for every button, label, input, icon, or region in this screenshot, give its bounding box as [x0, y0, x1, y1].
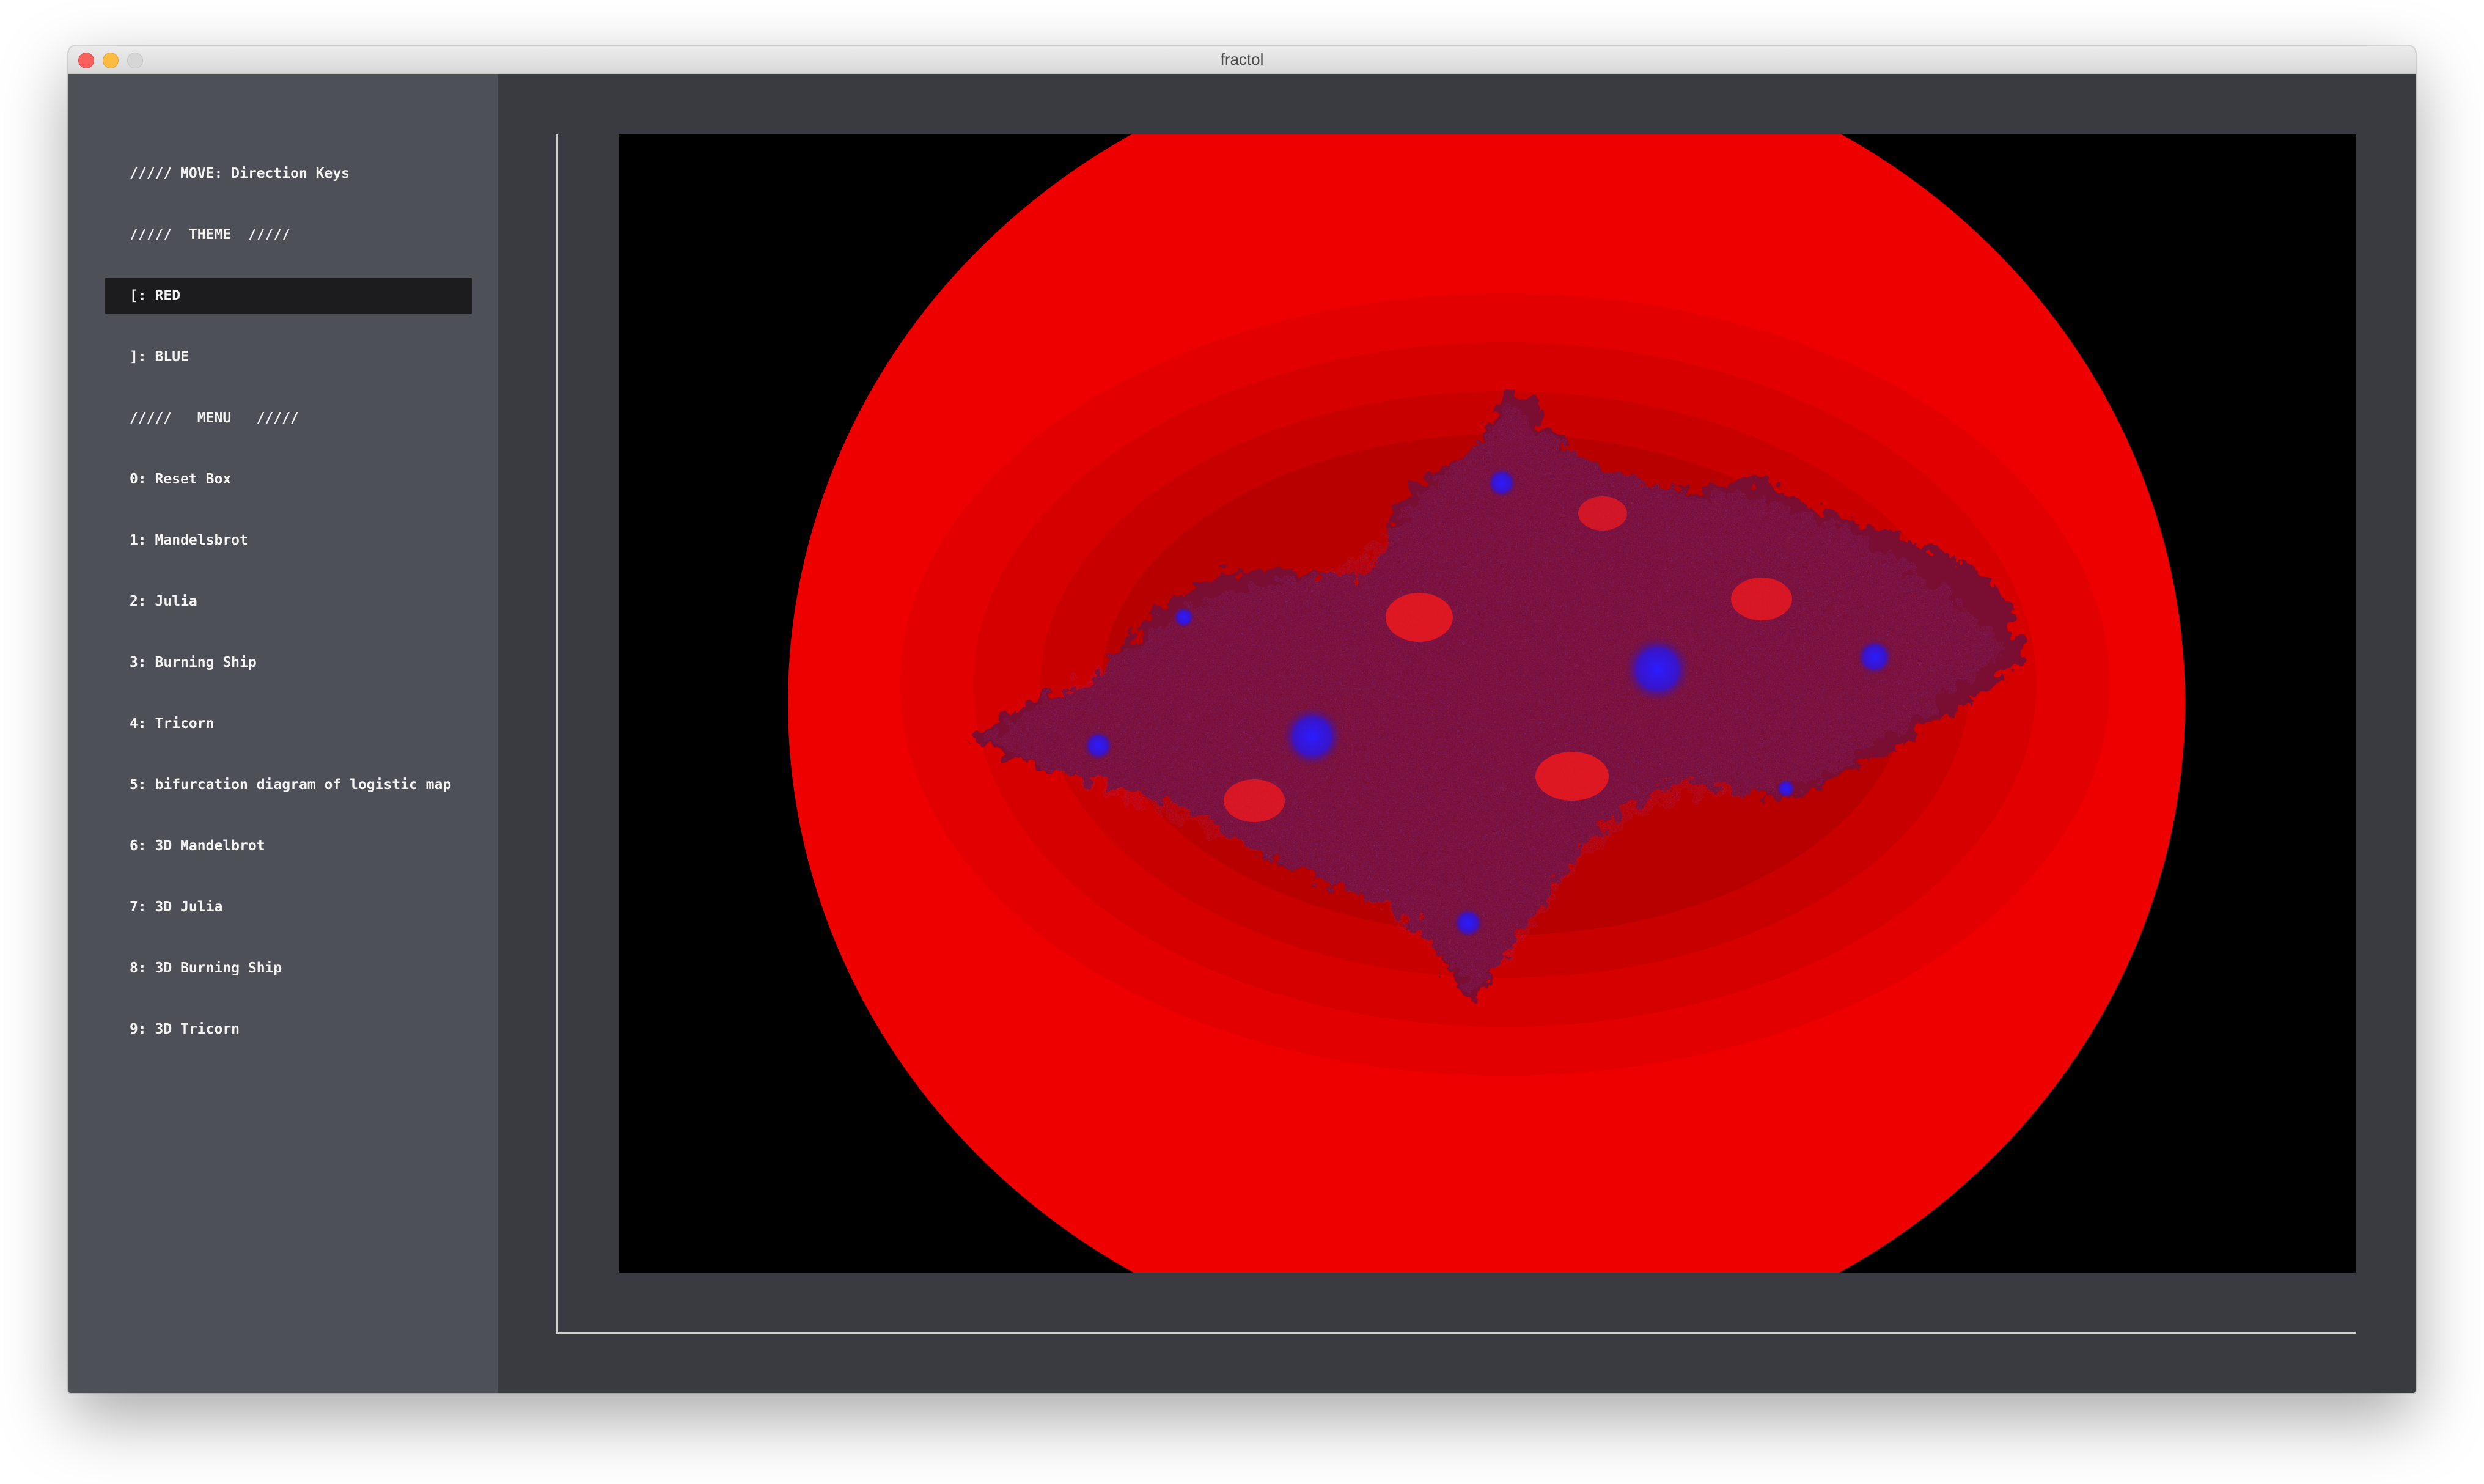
menu-item-move-help: ///// MOVE: Direction Keys — [130, 166, 350, 182]
julia-core-left — [1282, 706, 1343, 767]
glow-pocket-4 — [1731, 578, 1792, 620]
menu-item-mandelbrot[interactable]: 1: Mandelsbrot — [105, 523, 472, 558]
glow-pocket-3 — [1224, 779, 1285, 822]
menu-item-reset-box[interactable]: 0: Reset Box — [105, 461, 472, 497]
menu-item-3d-julia[interactable]: 7: 3D Julia — [105, 889, 472, 925]
window-title: fractol — [1220, 50, 1264, 68]
fractal-image — [619, 134, 2356, 1273]
julia-core-lower-right — [1776, 779, 1796, 798]
menu-item-bifurcation[interactable]: 5: bifurcation diagram of logistic map — [105, 767, 472, 803]
menu-item-julia[interactable]: 2: Julia — [105, 584, 472, 619]
menu-item-theme-red[interactable]: [: RED — [105, 278, 472, 314]
menu-item-theme-blue[interactable]: ]: BLUE — [105, 339, 472, 375]
julia-core-far-left — [1083, 730, 1114, 761]
menu-item-3d-mandelbrot[interactable]: 6: 3D Mandelbrot — [105, 828, 472, 864]
menu-header-menu: ///// MENU ///// — [130, 410, 299, 426]
sidebar-menu: ///// MOVE: Direction Keys ///// THEME /… — [68, 74, 498, 1393]
julia-core-top — [1486, 468, 1517, 498]
menu-item-tricorn[interactable]: 4: Tricorn — [105, 706, 472, 741]
glow-pocket-5 — [1578, 496, 1627, 531]
menu-item-3d-tricorn[interactable]: 9: 3D Tricorn — [105, 1012, 472, 1047]
frame-line-left — [556, 134, 558, 1334]
julia-core-mid-left — [1173, 606, 1195, 628]
julia-core-bottom — [1453, 908, 1483, 938]
glow-pocket-2 — [1535, 752, 1609, 801]
glow-pocket-1 — [1386, 593, 1453, 642]
menu-item-burning-ship[interactable]: 3: Burning Ship — [105, 645, 472, 680]
julia-core-right — [1856, 639, 1893, 675]
fractal-canvas[interactable] — [619, 134, 2356, 1273]
frame-line-bottom — [556, 1332, 2356, 1334]
menu-item-3d-burning-ship[interactable]: 8: 3D Burning Ship — [105, 950, 472, 986]
title-bar[interactable]: fractol — [68, 46, 2416, 74]
menu-header-theme: ///// THEME ///// — [130, 227, 291, 243]
julia-core-main — [1624, 636, 1691, 703]
